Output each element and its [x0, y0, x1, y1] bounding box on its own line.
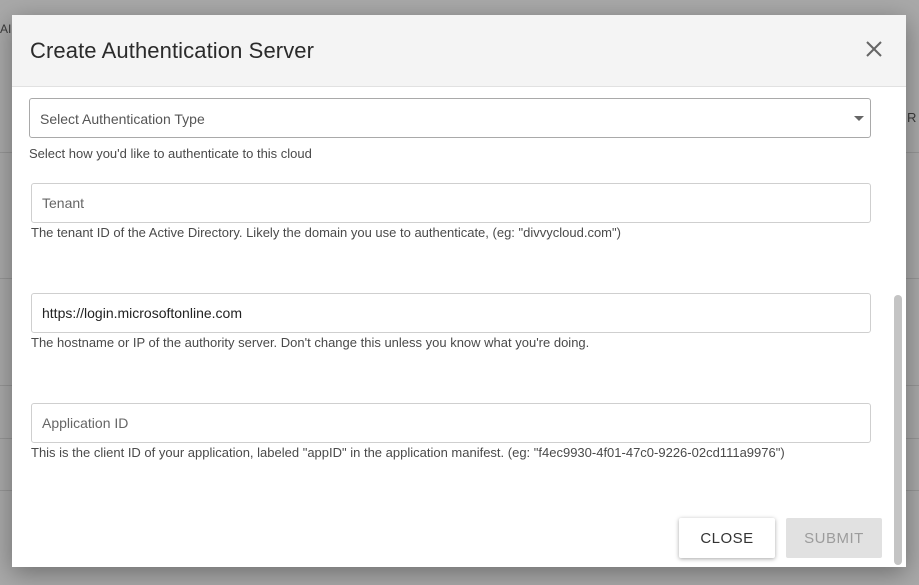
- auth-type-select[interactable]: Select Authentication Type: [29, 98, 871, 138]
- dialog-scrollbar[interactable]: [894, 295, 902, 565]
- create-auth-server-dialog: Create Authentication Server Select Auth…: [12, 15, 906, 567]
- auth-type-select-value: Select Authentication Type: [40, 111, 205, 127]
- dialog-header: Create Authentication Server: [12, 15, 906, 87]
- submit-button[interactable]: SUBMIT: [786, 518, 882, 558]
- tenant-input[interactable]: [31, 183, 871, 223]
- close-icon[interactable]: [864, 39, 884, 59]
- close-button[interactable]: CLOSE: [679, 518, 775, 558]
- tenant-help: The tenant ID of the Active Directory. L…: [31, 225, 621, 240]
- auth-type-help: Select how you'd like to authenticate to…: [29, 146, 312, 161]
- authority-input[interactable]: [31, 293, 871, 333]
- authority-help: The hostname or IP of the authority serv…: [31, 335, 590, 350]
- application-id-input[interactable]: [31, 403, 871, 443]
- dialog-body: Select Authentication Type Select how yo…: [12, 87, 906, 567]
- application-id-help: This is the client ID of your applicatio…: [31, 445, 785, 460]
- dialog-title: Create Authentication Server: [30, 38, 315, 63]
- chevron-down-icon: [854, 116, 864, 121]
